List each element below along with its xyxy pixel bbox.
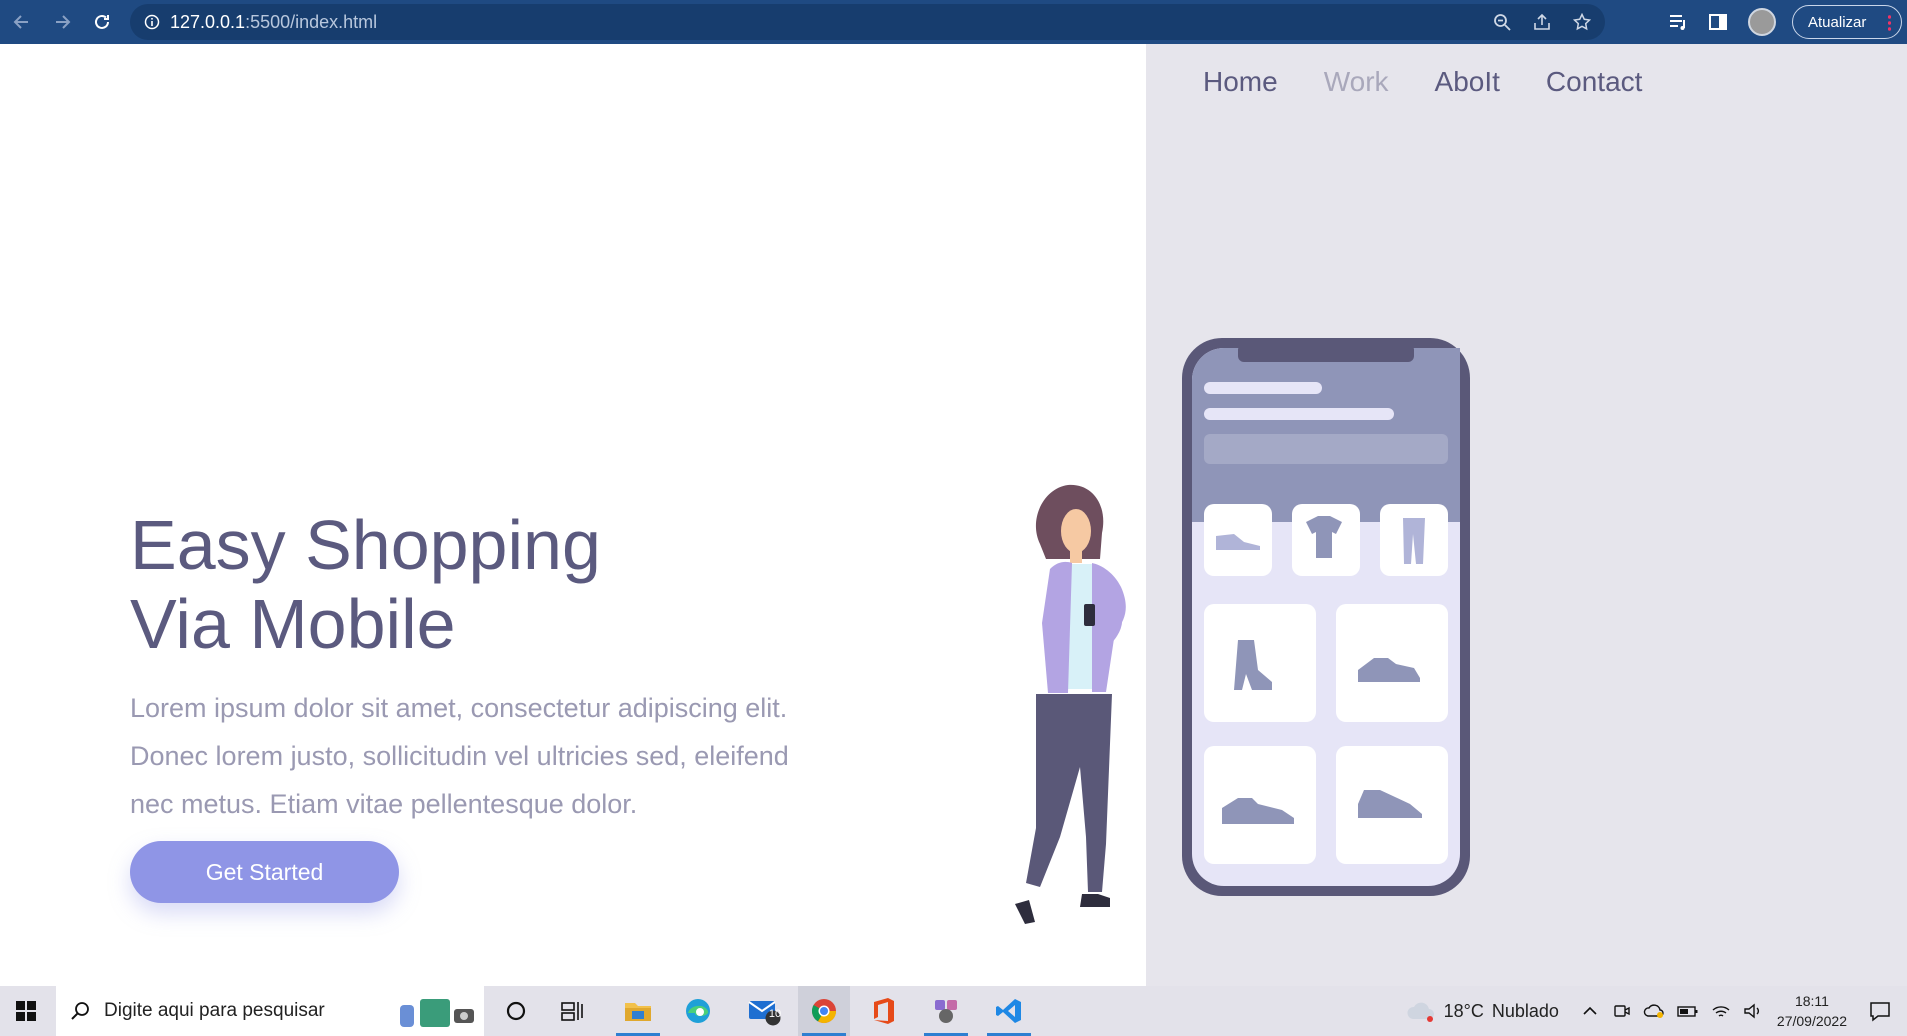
chrome-icon [811, 999, 836, 1024]
mail-badge: 10 [768, 1008, 782, 1020]
edge-icon [686, 999, 710, 1023]
taskbar-mail[interactable]: 10 [738, 986, 790, 1036]
reading-list-icon[interactable] [1668, 12, 1688, 32]
task-view-icon [561, 1002, 583, 1021]
address-bar[interactable]: 127.0.0.1:5500/index.html [130, 4, 1605, 40]
folder-icon [625, 1003, 651, 1021]
taskbar-app-tiles[interactable] [920, 986, 972, 1036]
search-highlight-icon [400, 999, 474, 1027]
wifi-icon[interactable] [1711, 1002, 1731, 1020]
system-tray: 18°C Nublado 18:11 27/09/2022 [1406, 986, 1907, 1036]
more-menu-icon[interactable] [1888, 14, 1891, 32]
cloud-icon [1407, 1002, 1434, 1022]
back-button[interactable] [2, 0, 42, 44]
windows-logo-icon [16, 1001, 36, 1021]
search-placeholder: Digite aqui para pesquisar [104, 1000, 325, 1021]
zoom-icon[interactable] [1493, 13, 1511, 31]
weather-desc: Nublado [1491, 1000, 1559, 1021]
cortana-button[interactable] [490, 986, 542, 1036]
chevron-up-icon[interactable] [1581, 1002, 1599, 1020]
weather-widget[interactable]: 18°C Nublado [1406, 999, 1559, 1023]
taskbar-vscode[interactable] [983, 986, 1035, 1036]
search-icon [71, 1002, 89, 1020]
taskbar-office[interactable] [858, 986, 910, 1036]
notification-icon[interactable] [1869, 1000, 1891, 1022]
reload-icon [95, 14, 109, 29]
shopping-illustration [1015, 338, 1470, 924]
taskbar-chrome[interactable] [798, 986, 850, 1036]
clock-date: 27/09/2022 [1776, 1013, 1847, 1029]
volume-icon[interactable] [1743, 1002, 1763, 1020]
update-button-label: Atualizar [1808, 13, 1867, 31]
reload-button[interactable] [82, 0, 122, 44]
phone-mockup-icon [1182, 338, 1470, 896]
update-button[interactable]: Atualizar [1792, 5, 1902, 39]
share-icon[interactable] [1533, 13, 1551, 31]
taskbar-search[interactable]: Digite aqui para pesquisar [56, 986, 484, 1036]
browser-toolbar: 127.0.0.1:5500/index.html Atualizar [0, 0, 1907, 44]
app-tiles-icon [935, 1000, 957, 1023]
url-text[interactable]: 127.0.0.1:5500/index.html [170, 12, 377, 33]
meet-now-icon[interactable] [1613, 1002, 1631, 1020]
bookmark-star-icon[interactable] [1573, 13, 1591, 31]
onedrive-icon[interactable] [1643, 1002, 1665, 1020]
arrow-right-icon [56, 15, 71, 29]
taskbar-clock[interactable]: 18:11 27/09/2022 [1777, 991, 1847, 1031]
weather-temp: 18°C [1443, 1000, 1484, 1021]
web-page: Home Work AboIt Contact Easy Shopping Vi… [0, 44, 1907, 986]
forward-button[interactable] [42, 0, 82, 44]
taskbar-file-explorer[interactable] [612, 986, 664, 1036]
start-button[interactable] [0, 986, 52, 1036]
taskbar-edge[interactable] [672, 986, 724, 1036]
woman-figure-icon [1015, 484, 1126, 924]
task-view-button[interactable] [546, 986, 598, 1036]
side-panel-icon[interactable] [1708, 12, 1728, 32]
cortana-icon [506, 1001, 526, 1021]
battery-icon[interactable] [1677, 1002, 1699, 1020]
info-icon[interactable] [144, 14, 160, 30]
profile-avatar[interactable] [1748, 8, 1776, 36]
clock-time: 18:11 [1794, 993, 1829, 1009]
arrow-left-icon [13, 15, 28, 29]
windows-taskbar: Digite aqui para pesquisar 10 18°C Nubla… [0, 986, 1907, 1036]
office-icon [874, 998, 894, 1024]
vscode-icon [996, 999, 1021, 1023]
